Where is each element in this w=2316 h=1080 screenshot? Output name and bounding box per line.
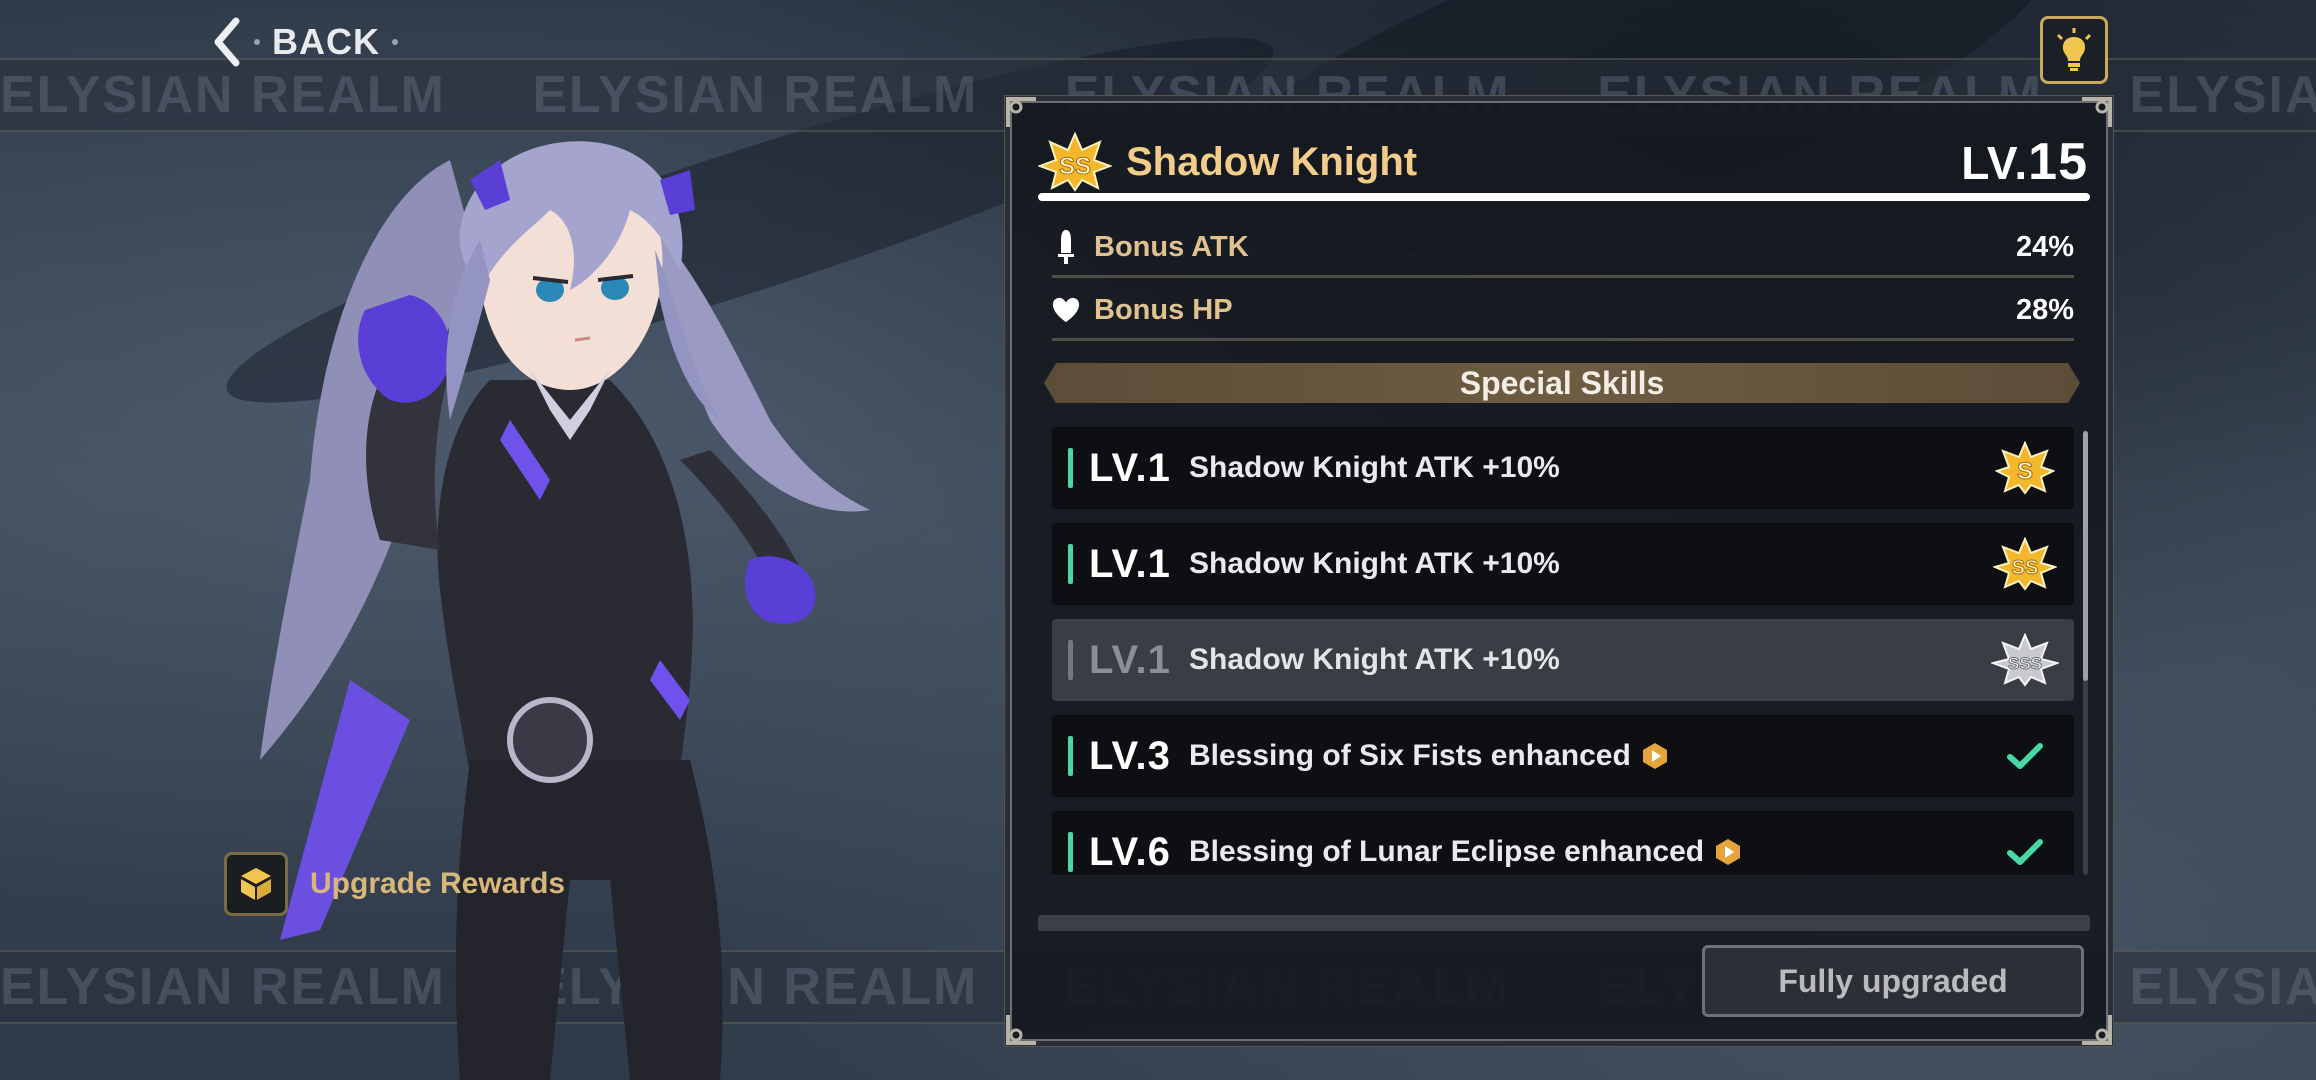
sword-icon <box>1052 229 1080 265</box>
skill-accent-bar <box>1068 832 1073 872</box>
checkmark-icon <box>1990 726 2060 786</box>
scroll-thumb[interactable] <box>2083 431 2088 681</box>
skill-description-text: Blessing of Lunar Eclipse enhanced <box>1189 835 1705 868</box>
skill-description: Blessing of Six Fists enhanced <box>1189 739 1990 773</box>
skill-description: Blessing of Lunar Eclipse enhanced <box>1189 835 1990 869</box>
skills-scrollbar[interactable] <box>2083 431 2088 875</box>
skill-row[interactable]: LV.1 Shadow Knight ATK +10% S <box>1052 427 2074 509</box>
skill-level: LV.6 <box>1089 829 1171 874</box>
play-hexagon-icon[interactable] <box>1641 742 1669 770</box>
skill-description: Shadow Knight ATK +10% <box>1189 547 1990 581</box>
panel-level: LV.15 <box>1961 132 2088 192</box>
fully-upgraded-button[interactable]: Fully upgraded <box>1702 945 2084 1017</box>
back-button[interactable]: BACK <box>212 14 398 70</box>
header-divider <box>1038 193 2090 201</box>
skill-description-text: Shadow Knight ATK +10% <box>1189 451 1560 484</box>
chevron-left-icon <box>214 17 240 67</box>
treasure-box-icon <box>224 852 288 916</box>
stat-value: 28% <box>2015 293 2074 326</box>
panel-header: SS Shadow Knight LV.15 <box>1038 131 2088 193</box>
skill-level: LV.3 <box>1089 733 1171 778</box>
character-portrait <box>260 141 870 1080</box>
stat-row-hp: Bonus HP 28% <box>1052 282 2074 341</box>
panel-level-value: 15 <box>2028 133 2088 191</box>
back-label: BACK <box>272 21 380 62</box>
skill-description: Shadow Knight ATK +10% <box>1189 643 1990 677</box>
skill-level: LV.1 <box>1089 541 1171 586</box>
fully-upgraded-label: Fully upgraded <box>1778 962 2008 999</box>
stigmata-panel: SS Shadow Knight LV.15 Bonus ATK 24% Bon… <box>1005 96 2113 1046</box>
skill-description: Shadow Knight ATK +10% <box>1189 451 1990 485</box>
skill-accent-bar <box>1068 544 1073 584</box>
watermark-text: ELYSIAN REALM <box>2129 66 2316 124</box>
back-dot <box>392 39 398 45</box>
skill-description-text: Shadow Knight ATK +10% <box>1189 547 1560 580</box>
rank-sss-badge-icon: SSS <box>1990 630 2060 690</box>
watermark-text: ELYSIAN REALM <box>2129 958 2316 1016</box>
skill-accent-bar <box>1068 448 1073 488</box>
rank-s-badge-icon: S <box>1990 438 2060 498</box>
skills-list[interactable]: LV.1 Shadow Knight ATK +10% S LV.1 Shado… <box>1044 427 2080 875</box>
rank-ss-badge-icon: SS <box>1038 132 1112 192</box>
skill-level: LV.1 <box>1089 637 1171 682</box>
stat-label: Bonus HP <box>1094 293 1233 326</box>
panel-title: Shadow Knight <box>1126 139 1418 184</box>
skill-accent-bar <box>1068 736 1073 776</box>
rank-ss-badge-icon: SS <box>1990 534 2060 594</box>
skill-row[interactable]: LV.3 Blessing of Six Fists enhanced <box>1052 715 2074 797</box>
skill-level: LV.1 <box>1089 445 1171 490</box>
upgrade-rewards-button[interactable]: Upgrade Rewards <box>224 852 565 916</box>
stat-label: Bonus ATK <box>1094 230 1249 263</box>
stat-row-atk: Bonus ATK 24% <box>1052 219 2074 278</box>
svg-text:S: S <box>2017 458 2033 485</box>
skill-row[interactable]: LV.6 Blessing of Lunar Eclipse enhanced <box>1052 811 2074 875</box>
play-hexagon-icon[interactable] <box>1714 838 1742 866</box>
upgrade-rewards-label: Upgrade Rewards <box>310 867 566 900</box>
skill-row-locked[interactable]: LV.1 Shadow Knight ATK +10% SSS <box>1052 619 2074 701</box>
skill-description-text: Shadow Knight ATK +10% <box>1189 643 1560 676</box>
special-skills-banner: Special Skills <box>1044 363 2080 403</box>
skill-description-text: Blessing of Six Fists enhanced <box>1189 739 1631 772</box>
corner-ornament <box>1006 1015 1036 1045</box>
skill-row[interactable]: LV.1 Shadow Knight ATK +10% SS <box>1052 523 2074 605</box>
back-dot <box>254 39 260 45</box>
lightbulb-icon <box>2056 28 2092 71</box>
rank-badge-text: SS <box>1059 153 1091 180</box>
skill-accent-bar <box>1068 640 1073 680</box>
watermark-text: ELYSIAN REALM <box>0 66 446 124</box>
hint-button[interactable] <box>2040 16 2108 84</box>
svg-text:SS: SS <box>2012 557 2039 579</box>
checkmark-icon <box>1990 822 2060 875</box>
panel-footer-divider <box>1038 915 2090 931</box>
heart-icon <box>1052 292 1080 328</box>
panel-level-prefix: LV. <box>1961 137 2029 189</box>
section-title: Special Skills <box>1459 364 1665 401</box>
watermark-text: ELYSIAN REALM <box>532 66 979 124</box>
svg-text:SSS: SSS <box>2008 654 2042 673</box>
stat-value: 24% <box>2015 230 2074 263</box>
